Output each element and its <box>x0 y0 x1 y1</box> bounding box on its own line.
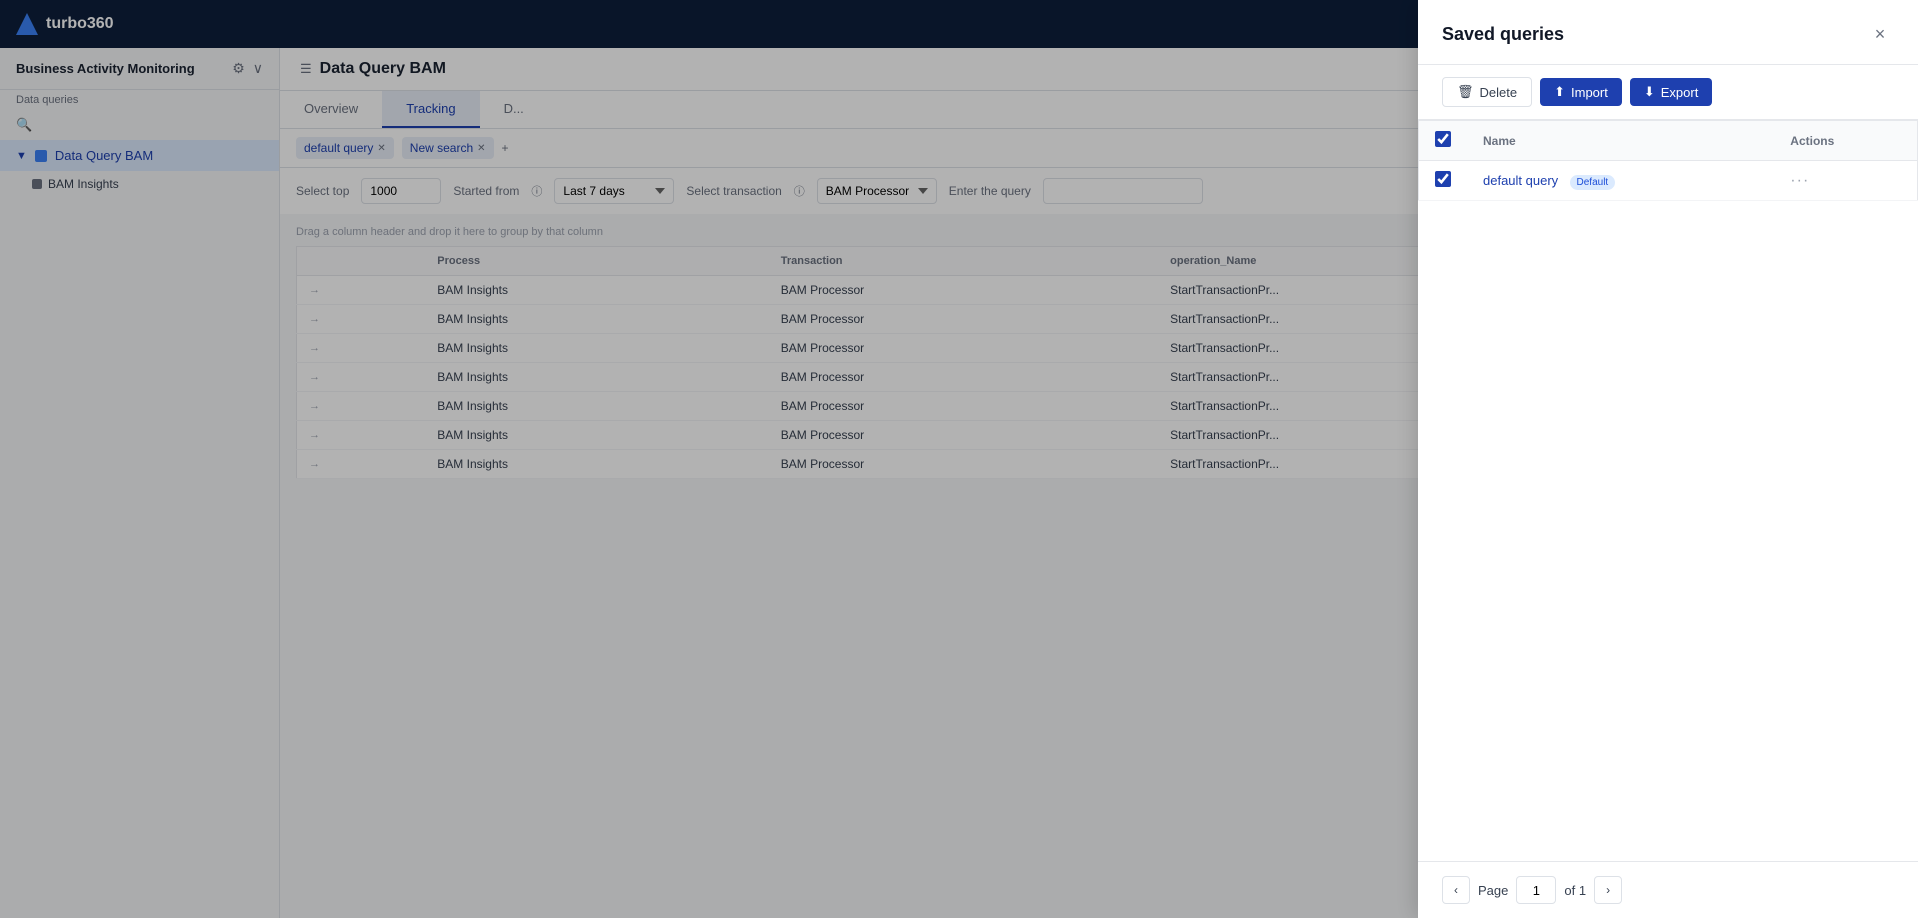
col-name: Name <box>1467 121 1774 161</box>
next-page-button[interactable]: › <box>1594 876 1622 904</box>
query-checkbox[interactable] <box>1435 171 1451 187</box>
page-number-input[interactable] <box>1516 876 1556 904</box>
modal-header: Saved queries × <box>1418 0 1918 65</box>
action-menu-button[interactable]: ··· <box>1790 172 1809 189</box>
export-button[interactable]: ⬇ Export <box>1630 78 1712 106</box>
delete-button[interactable]: 🗑 Delete <box>1442 77 1532 107</box>
export-icon: ⬇ <box>1644 84 1655 100</box>
query-name-link[interactable]: default query <box>1483 173 1558 188</box>
select-all-checkbox[interactable] <box>1435 131 1451 147</box>
modal-title: Saved queries <box>1442 24 1564 45</box>
modal-footer: ‹ Page of 1 › <box>1418 861 1918 918</box>
delete-label: Delete <box>1480 85 1518 100</box>
import-label: Import <box>1571 85 1608 100</box>
page-label: Page <box>1478 883 1508 898</box>
trash-icon: 🗑 <box>1457 84 1474 100</box>
import-button[interactable]: ⬆ Import <box>1540 78 1622 106</box>
modal-table-wrap: Name Actions default query Default ··· <box>1418 120 1918 861</box>
modal-toolbar: 🗑 Delete ⬆ Import ⬇ Export <box>1418 65 1918 120</box>
export-label: Export <box>1661 85 1699 100</box>
saved-queries-modal: Saved queries × 🗑 Delete ⬆ Import ⬇ Expo… <box>1418 0 1918 918</box>
col-actions: Actions <box>1774 121 1917 161</box>
of-label: of 1 <box>1564 883 1586 898</box>
modal-close-button[interactable]: × <box>1866 20 1894 48</box>
import-icon: ⬆ <box>1554 84 1565 100</box>
queries-table: Name Actions default query Default ··· <box>1418 120 1918 201</box>
default-badge: Default <box>1570 175 1616 190</box>
query-row: default query Default ··· <box>1419 161 1918 201</box>
prev-page-button[interactable]: ‹ <box>1442 876 1470 904</box>
